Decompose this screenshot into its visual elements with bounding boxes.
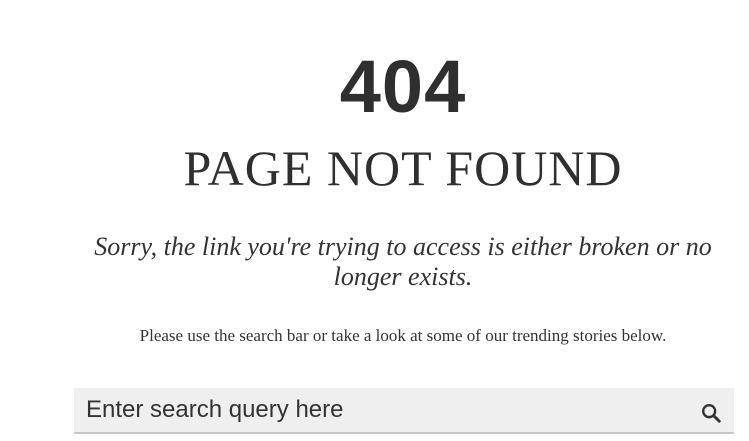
page-title: PAGE NOT FOUND	[183, 140, 623, 196]
error-code: 404	[339, 45, 467, 128]
search-hint: Please use the search bar or take a look…	[139, 326, 667, 345]
error-page: 404 PAGE NOT FOUND Sorry, the link you'r…	[0, 0, 749, 441]
search-input[interactable]	[74, 388, 684, 432]
search-icon	[702, 404, 721, 423]
error-message: Sorry, the link you're trying to access …	[94, 232, 712, 291]
search-button[interactable]	[696, 396, 726, 426]
search-bar	[74, 388, 734, 434]
